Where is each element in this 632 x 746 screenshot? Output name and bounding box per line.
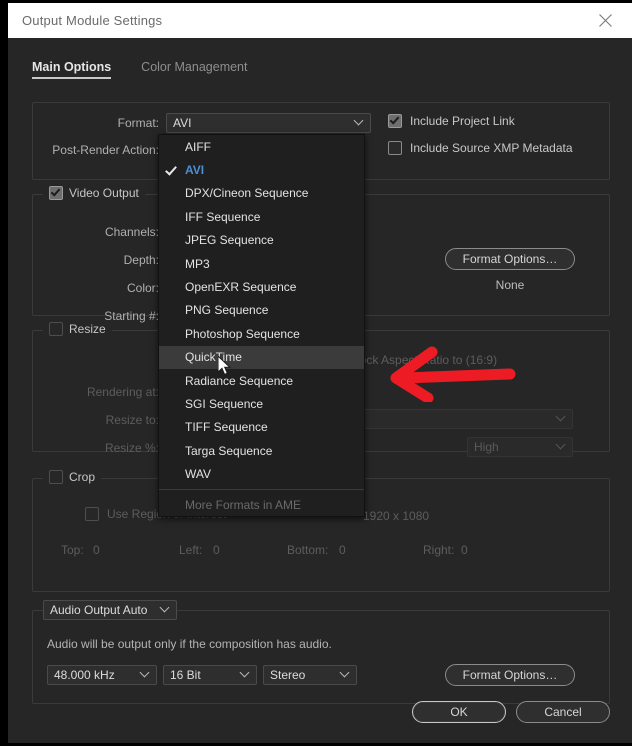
dropdown-item-tiff-sequence[interactable]: TIFF Sequence — [159, 416, 364, 439]
use-region-of-interest-checkbox[interactable] — [85, 507, 99, 521]
dropdown-item-openexr-sequence[interactable]: OpenEXR Sequence — [159, 275, 364, 298]
audio-channels-select[interactable]: Stereo — [263, 665, 357, 685]
chevron-down-icon — [557, 443, 566, 452]
include-source-xmp-label: Include Source XMP Metadata — [410, 141, 573, 155]
video-output-label: Video Output — [69, 186, 139, 200]
dropdown-item-jpeg-sequence[interactable]: JPEG Sequence — [159, 229, 364, 252]
dropdown-item-wav[interactable]: WAV — [159, 462, 364, 485]
starting-number-label: Starting #: — [104, 309, 159, 323]
dropdown-item-dpx-cineon-sequence[interactable]: DPX/Cineon Sequence — [159, 182, 364, 205]
audio-bit-depth-select[interactable]: 16 Bit — [163, 665, 257, 685]
dropdown-item-aiff[interactable]: AIFF — [159, 135, 364, 158]
color-label: Color: — [126, 281, 159, 295]
audio-sample-rate-select[interactable]: 48.000 kHz — [47, 665, 157, 685]
chevron-down-icon — [557, 415, 566, 424]
audio-output-group: Audio Output Auto Audio will be output o… — [32, 600, 610, 704]
tab-main-options[interactable]: Main Options — [32, 60, 112, 79]
resize-preset-select[interactable] — [355, 409, 573, 429]
tab-color-management[interactable]: Color Management — [141, 60, 247, 79]
dropdown-item-avi[interactable]: AVI — [159, 158, 364, 181]
lock-aspect-ratio-label: Lock Aspect Ratio to (16:9) — [353, 353, 498, 367]
chevron-down-icon — [355, 119, 364, 128]
resize-quality-value: High — [474, 440, 499, 454]
rendering-at-label: Rendering at: — [86, 385, 159, 399]
resize-quality-select[interactable]: High — [467, 437, 573, 457]
dropdown-item-quicktime[interactable]: QuickTime — [159, 345, 364, 369]
dropdown-item-targa-sequence[interactable]: Targa Sequence — [159, 439, 364, 462]
dropdown-item-sgi-sequence[interactable]: SGI Sequence — [159, 392, 364, 415]
chevron-down-icon — [141, 671, 150, 680]
crop-bottom-label: Bottom: — [287, 543, 329, 557]
dropdown-item-iff-sequence[interactable]: IFF Sequence — [159, 205, 364, 228]
format-select-value: AVI — [173, 116, 192, 130]
crop-right-label: Right: — [423, 543, 455, 557]
audio-output-mode-value: Audio Output Auto — [50, 603, 148, 617]
format-label: Format: — [117, 116, 159, 130]
resize-label: Resize — [69, 322, 106, 336]
dropdown-item-radiance-sequence[interactable]: Radiance Sequence — [159, 369, 364, 392]
audio-channels-value: Stereo — [270, 668, 306, 682]
screenshot-root: Output Module Settings Main Options Colo… — [0, 0, 632, 746]
crop-top-label: Top: — [61, 543, 84, 557]
format-select[interactable]: AVI — [166, 113, 371, 133]
crop-label: Crop — [69, 470, 96, 484]
post-render-action-label: Post-Render Action: — [52, 143, 159, 157]
tab-bar: Main Options Color Management — [32, 60, 247, 79]
crop-top-value[interactable]: 0 — [93, 543, 100, 557]
mouse-cursor-icon — [217, 354, 232, 376]
video-format-options-button[interactable]: Format Options… — [445, 248, 575, 270]
chevron-down-icon — [241, 671, 250, 680]
resize-to-label: Resize to: — [105, 413, 159, 427]
audio-sample-rate-value: 48.000 kHz — [54, 668, 115, 682]
include-project-link-row[interactable]: Include Project Link — [388, 114, 515, 128]
crop-bottom-value[interactable]: 0 — [339, 543, 346, 557]
resize-legend[interactable]: Resize — [43, 322, 112, 336]
window-title: Output Module Settings — [22, 13, 163, 28]
include-source-xmp-checkbox[interactable] — [388, 141, 402, 155]
depth-label: Depth: — [123, 253, 159, 267]
dropdown-item-more-formats-in-ame: More Formats in AME — [185, 497, 302, 512]
audio-note: Audio will be output only if the composi… — [47, 637, 332, 651]
crop-checkbox[interactable] — [49, 470, 63, 484]
include-source-xmp-row[interactable]: Include Source XMP Metadata — [388, 141, 573, 155]
cancel-button[interactable]: Cancel — [516, 701, 610, 723]
video-format-options-value: None — [495, 278, 525, 292]
crop-left-label: Left: — [179, 543, 203, 557]
audio-bit-depth-value: 16 Bit — [170, 668, 201, 682]
region-size-value: 1920 x 1080 — [363, 509, 430, 523]
dropdown-separator — [159, 488, 364, 490]
format-dropdown-menu[interactable]: AIFF AVI DPX/Cineon Sequence IFF Sequenc… — [158, 134, 365, 518]
include-project-link-label: Include Project Link — [410, 114, 515, 128]
check-icon — [165, 163, 177, 176]
audio-output-mode-select[interactable]: Audio Output Auto — [43, 600, 177, 620]
resize-percent-label: Resize %: — [104, 441, 159, 455]
crop-left-value[interactable]: 0 — [213, 543, 220, 557]
include-project-link-checkbox[interactable] — [388, 114, 402, 128]
close-icon[interactable] — [588, 3, 622, 38]
video-output-checkbox[interactable] — [49, 186, 63, 200]
output-module-settings-dialog: Main Options Color Management Format: AV… — [8, 38, 632, 743]
video-output-legend[interactable]: Video Output — [43, 186, 145, 200]
chevron-down-icon — [341, 671, 350, 680]
audio-format-options-button[interactable]: Format Options… — [445, 664, 575, 686]
ok-button[interactable]: OK — [412, 701, 506, 723]
resize-checkbox[interactable] — [49, 322, 63, 336]
crop-legend[interactable]: Crop — [43, 470, 102, 484]
dropdown-item-mp3[interactable]: MP3 — [159, 252, 364, 275]
dropdown-item-png-sequence[interactable]: PNG Sequence — [159, 299, 364, 322]
window-titlebar: Output Module Settings — [8, 3, 632, 38]
dropdown-item-avi-label: AVI — [185, 163, 205, 178]
dropdown-item-photoshop-sequence[interactable]: Photoshop Sequence — [159, 322, 364, 345]
chevron-down-icon — [161, 606, 170, 615]
channels-label: Channels: — [104, 225, 159, 239]
crop-right-value[interactable]: 0 — [461, 543, 468, 557]
